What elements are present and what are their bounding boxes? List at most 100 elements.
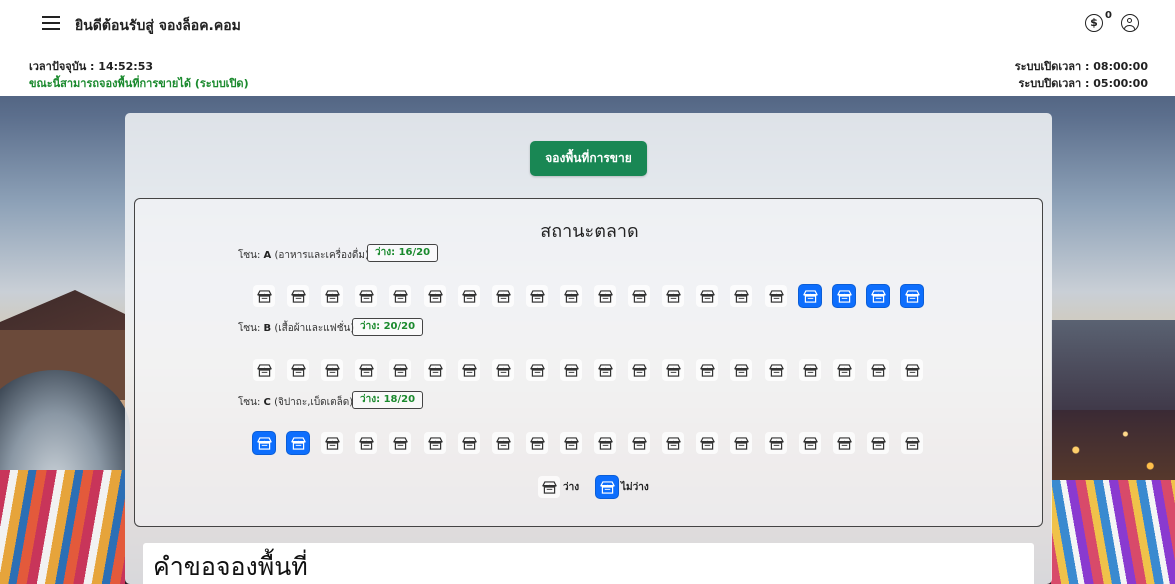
dollar-coin-icon[interactable]: $ bbox=[1085, 14, 1103, 32]
market-stall-icon bbox=[699, 363, 715, 377]
top-navbar: ยินดีต้อนรับสู่ จองล็อค.คอม $ 0 เวลาปัจจ… bbox=[0, 0, 1175, 96]
stall-free-button[interactable] bbox=[765, 285, 787, 307]
stall-taken-button[interactable] bbox=[867, 285, 889, 307]
stall-taken-button[interactable] bbox=[799, 285, 821, 307]
stall-free-button[interactable] bbox=[526, 285, 548, 307]
stall-free-button[interactable] bbox=[867, 432, 889, 454]
stall-free-button[interactable] bbox=[833, 432, 855, 454]
zone-c-availability-badge: ว่าง: 18/20 bbox=[352, 391, 424, 409]
legend-free-label: ว่าง bbox=[563, 481, 580, 493]
stall-taken-button[interactable] bbox=[287, 432, 309, 454]
market-stall-icon bbox=[427, 436, 443, 450]
stall-free-button[interactable] bbox=[458, 285, 480, 307]
close-time: ระบบปิดเวลา : 05:00:00 bbox=[1018, 77, 1148, 90]
stall-free-button[interactable] bbox=[321, 359, 343, 381]
stall-free-button[interactable] bbox=[424, 359, 446, 381]
stall-free-button[interactable] bbox=[730, 432, 752, 454]
market-stall-icon bbox=[665, 363, 681, 377]
market-stall-icon bbox=[427, 363, 443, 377]
stall-free-button[interactable] bbox=[662, 285, 684, 307]
stall-free-button[interactable] bbox=[662, 359, 684, 381]
market-stall-icon bbox=[699, 289, 715, 303]
stall-free-button[interactable] bbox=[560, 285, 582, 307]
stall-free-button[interactable] bbox=[799, 359, 821, 381]
stall-free-button[interactable] bbox=[526, 359, 548, 381]
stall-free-button[interactable] bbox=[730, 285, 752, 307]
market-stall-icon bbox=[768, 436, 784, 450]
stall-taken-button[interactable] bbox=[833, 285, 855, 307]
stall-free-button[interactable] bbox=[765, 359, 787, 381]
stall-free-button[interactable] bbox=[799, 432, 821, 454]
stall-free-button[interactable] bbox=[594, 359, 616, 381]
market-stall-icon bbox=[597, 289, 613, 303]
open-time: ระบบเปิดเวลา : 08:00:00 bbox=[1014, 60, 1148, 73]
stall-free-button[interactable] bbox=[730, 359, 752, 381]
stall-free-button[interactable] bbox=[833, 359, 855, 381]
stall-free-button[interactable] bbox=[287, 285, 309, 307]
stall-free-button[interactable] bbox=[492, 359, 514, 381]
market-stall-icon bbox=[699, 436, 715, 450]
market-stall-icon bbox=[290, 436, 306, 450]
stall-free-button[interactable] bbox=[628, 432, 650, 454]
stall-free-button[interactable] bbox=[355, 285, 377, 307]
market-stall-icon bbox=[596, 476, 618, 498]
stall-free-button[interactable] bbox=[287, 359, 309, 381]
stall-free-button[interactable] bbox=[662, 432, 684, 454]
hamburger-menu-icon[interactable] bbox=[42, 16, 60, 32]
market-stall-icon bbox=[597, 436, 613, 450]
market-stall-icon bbox=[665, 289, 681, 303]
market-stall-icon bbox=[495, 436, 511, 450]
stall-free-button[interactable] bbox=[389, 432, 411, 454]
zone-c-label: โซน: C (จิปาถะ,เบ็ดเตล็ด) bbox=[238, 395, 353, 410]
legend-taken-label: ไม่ว่าง bbox=[621, 481, 649, 493]
stall-free-button[interactable] bbox=[628, 359, 650, 381]
zone-prefix: โซน: bbox=[238, 397, 264, 408]
user-circle-icon[interactable] bbox=[1121, 14, 1139, 32]
stall-free-button[interactable] bbox=[901, 359, 923, 381]
stall-free-button[interactable] bbox=[355, 432, 377, 454]
market-stall-icon bbox=[290, 289, 306, 303]
stall-free-button[interactable] bbox=[492, 432, 514, 454]
stall-free-button[interactable] bbox=[321, 285, 343, 307]
market-stall-icon bbox=[631, 436, 647, 450]
stall-free-button[interactable] bbox=[560, 432, 582, 454]
stall-free-button[interactable] bbox=[424, 432, 446, 454]
market-stall-icon bbox=[392, 363, 408, 377]
market-stall-icon bbox=[836, 289, 852, 303]
stall-free-button[interactable] bbox=[594, 285, 616, 307]
market-stall-icon bbox=[768, 289, 784, 303]
stall-free-button[interactable] bbox=[424, 285, 446, 307]
stall-free-button[interactable] bbox=[594, 432, 616, 454]
market-stall-icon bbox=[563, 289, 579, 303]
stall-free-button[interactable] bbox=[628, 285, 650, 307]
stall-free-button[interactable] bbox=[355, 359, 377, 381]
stall-free-button[interactable] bbox=[389, 285, 411, 307]
legend-free: ว่าง bbox=[538, 476, 579, 498]
legend-taken: ไม่ว่าง bbox=[596, 476, 649, 498]
stall-free-button[interactable] bbox=[696, 432, 718, 454]
stall-free-button[interactable] bbox=[901, 432, 923, 454]
stall-free-button[interactable] bbox=[560, 359, 582, 381]
book-space-button[interactable]: จองพื้นที่การขาย bbox=[530, 141, 647, 176]
stall-taken-button[interactable] bbox=[253, 432, 275, 454]
stall-free-button[interactable] bbox=[321, 432, 343, 454]
zone-c-stall-row bbox=[253, 432, 933, 454]
stall-free-button[interactable] bbox=[526, 432, 548, 454]
stall-taken-button[interactable] bbox=[901, 285, 923, 307]
stall-free-button[interactable] bbox=[389, 359, 411, 381]
stall-free-button[interactable] bbox=[765, 432, 787, 454]
stall-free-button[interactable] bbox=[253, 285, 275, 307]
stall-free-button[interactable] bbox=[492, 285, 514, 307]
coin-count-badge: 0 bbox=[1105, 10, 1112, 21]
background-tents-right bbox=[1051, 480, 1175, 584]
stall-free-button[interactable] bbox=[458, 359, 480, 381]
stall-free-button[interactable] bbox=[253, 359, 275, 381]
market-stall-icon bbox=[256, 436, 272, 450]
stall-free-button[interactable] bbox=[696, 359, 718, 381]
stall-free-button[interactable] bbox=[458, 432, 480, 454]
market-stall-icon bbox=[461, 363, 477, 377]
market-stall-icon bbox=[733, 289, 749, 303]
stall-free-button[interactable] bbox=[696, 285, 718, 307]
stall-free-button[interactable] bbox=[867, 359, 889, 381]
market-stall-icon bbox=[802, 363, 818, 377]
